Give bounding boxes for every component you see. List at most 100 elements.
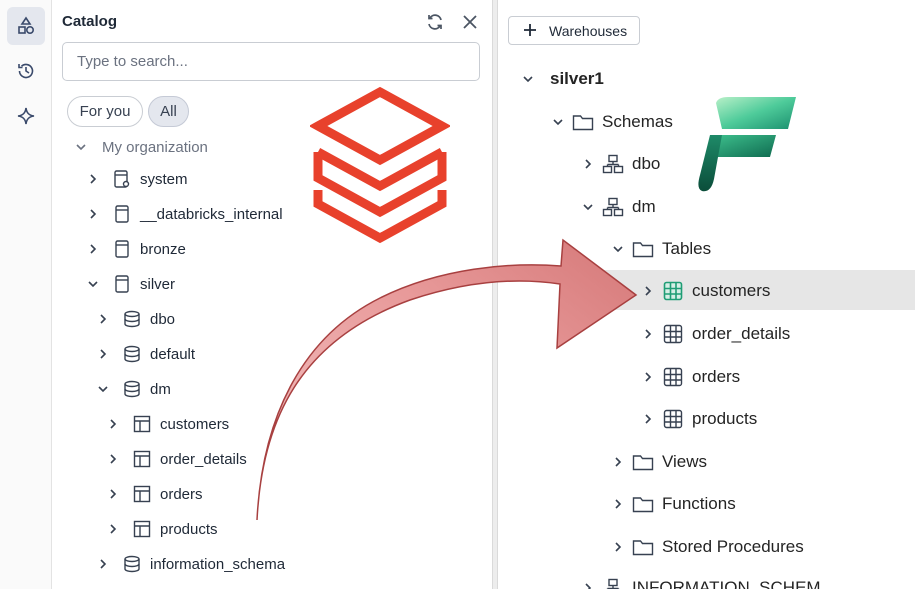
tree-item[interactable]: order_details (640, 320, 790, 348)
item-label: dm (150, 380, 171, 398)
chevron-right-icon (610, 539, 626, 555)
chevron-right-icon (86, 207, 100, 221)
chevron-down-icon (550, 114, 566, 130)
table-icon (662, 408, 684, 430)
table-icon (132, 484, 152, 504)
item-label: Stored Procedures (662, 537, 804, 556)
tree-item[interactable]: __databricks_internal (86, 202, 283, 226)
schema-icon (602, 153, 624, 175)
chevron-right-icon (96, 312, 110, 326)
chevron-right-icon (640, 369, 656, 385)
chevron-right-icon (106, 452, 120, 466)
chevron-down-icon (520, 71, 536, 87)
chevron-down-icon (580, 199, 596, 215)
item-label: products (692, 409, 758, 428)
tree-item[interactable]: dbo (580, 150, 660, 178)
table-icon (662, 323, 684, 345)
schema-icon (602, 577, 624, 589)
tree-item[interactable]: Tables (610, 235, 711, 263)
tree-item-selected[interactable]: customers (640, 277, 770, 305)
item-label: Tables (662, 239, 712, 258)
history-icon[interactable] (7, 52, 45, 90)
tree-item[interactable]: Views (610, 448, 707, 476)
item-label: Views (662, 452, 708, 471)
schema-icon (122, 379, 142, 399)
chevron-right-icon (106, 487, 120, 501)
item-label: dm (632, 197, 656, 216)
folder-icon (632, 493, 654, 515)
catalog-icon[interactable] (7, 7, 45, 45)
tree-item[interactable]: Schemas (550, 108, 673, 136)
item-label: products (160, 520, 218, 538)
table-icon (132, 519, 152, 539)
tree-item[interactable]: Stored Procedures (610, 533, 804, 561)
org-label: My organization (102, 138, 208, 156)
item-label: dbo (632, 154, 661, 173)
tree-org[interactable]: My organization (74, 135, 208, 159)
filter-for-you[interactable]: For you (67, 96, 143, 127)
database-icon (112, 204, 132, 224)
plus-icon (523, 23, 539, 39)
folder-icon (632, 536, 654, 558)
tree-item[interactable]: silver (86, 272, 175, 296)
schema-icon (122, 554, 142, 574)
folder-icon (632, 451, 654, 473)
tree-item[interactable]: bronze (86, 237, 186, 261)
folder-icon (632, 238, 654, 260)
tree-item[interactable]: dm (96, 377, 171, 401)
databricks-logo (310, 86, 450, 244)
chevron-right-icon (96, 557, 110, 571)
search-input[interactable] (62, 42, 480, 81)
tree-item[interactable]: INFORMATION_SCHEM (580, 574, 821, 589)
schema-icon (602, 196, 624, 218)
tree-item[interactable]: dm (580, 193, 656, 221)
close-icon[interactable] (459, 11, 481, 33)
catalog-title: Catalog (62, 13, 118, 30)
item-label: silver (140, 275, 176, 293)
tree-item[interactable]: products (106, 517, 218, 541)
item-label: Functions (662, 494, 736, 513)
folder-icon (572, 111, 594, 133)
item-label: __databricks_internal (140, 205, 283, 223)
tree-item[interactable]: orders (640, 363, 740, 391)
item-label: order_details (160, 450, 247, 468)
item-label: INFORMATION_SCHEM (632, 578, 821, 589)
tree-item[interactable]: information_schema (96, 552, 285, 576)
item-label: dbo (150, 310, 176, 328)
warehouse-explorer: Warehouses silver1 Schemas dbo dm Tables… (498, 0, 915, 589)
table-icon (132, 414, 152, 434)
item-label: customers (692, 281, 771, 300)
chevron-right-icon (640, 411, 656, 427)
chevron-down-icon (96, 382, 110, 396)
fabric-logo (698, 97, 796, 192)
database-icon (112, 169, 132, 189)
warehouses-button[interactable]: Warehouses (508, 16, 640, 45)
tree-item[interactable]: products (640, 405, 757, 433)
chevron-down-icon (74, 140, 88, 154)
table-icon (662, 366, 684, 388)
tree-item[interactable]: dbo (96, 307, 175, 331)
table-icon (132, 449, 152, 469)
tree-item[interactable]: customers (106, 412, 229, 436)
chevron-right-icon (86, 172, 100, 186)
item-label: default (150, 345, 196, 363)
tree-item[interactable]: silver1 (520, 65, 604, 93)
chevron-down-icon (86, 277, 100, 291)
catalog-panel: Catalog For you All My organization syst… (52, 0, 492, 589)
filter-all[interactable]: All (148, 96, 189, 127)
item-label: silver1 (550, 69, 604, 88)
tree-item[interactable]: order_details (106, 447, 247, 471)
tree-item[interactable]: orders (106, 482, 203, 506)
chevron-right-icon (106, 417, 120, 431)
assistant-icon[interactable] (7, 97, 45, 135)
item-label: orders (692, 367, 741, 386)
chevron-right-icon (580, 156, 596, 172)
tree-item[interactable]: system (86, 167, 188, 191)
schema-icon (122, 309, 142, 329)
tree-item[interactable]: Functions (610, 490, 736, 518)
database-icon (112, 239, 132, 259)
chevron-right-icon (86, 242, 100, 256)
chevron-right-icon (106, 522, 120, 536)
refresh-icon[interactable] (424, 11, 446, 33)
tree-item[interactable]: default (96, 342, 195, 366)
